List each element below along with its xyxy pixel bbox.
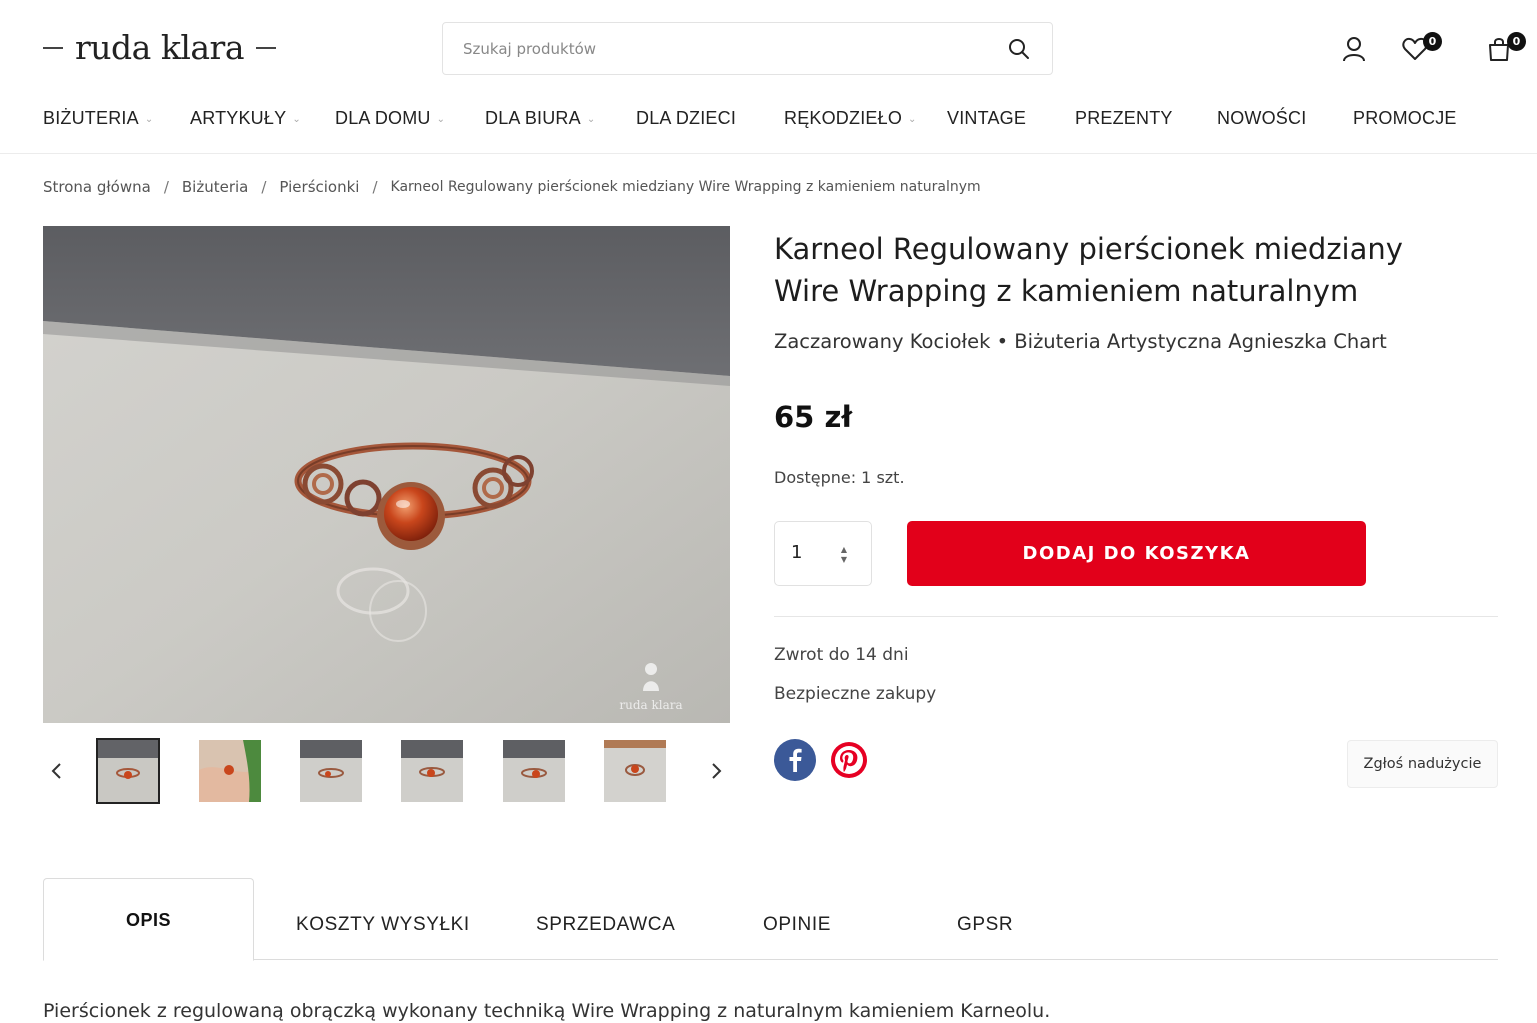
quantity-stepper: ▲ ▼ xyxy=(774,521,872,586)
account-icon[interactable] xyxy=(1339,34,1369,64)
thumbnail-1[interactable] xyxy=(96,738,160,804)
chevron-down-icon: ⌄ xyxy=(436,114,446,125)
thumbnails-next-button[interactable] xyxy=(702,756,730,786)
report-abuse-button[interactable]: Zgłoś nadużycie xyxy=(1347,740,1498,788)
nav-label: DLA DOMU xyxy=(335,108,431,128)
breadcrumb-separator: / xyxy=(372,178,378,196)
info-divider xyxy=(774,616,1498,617)
image-watermark-text: ruda klara xyxy=(619,698,682,712)
chevron-down-icon: ⌄ xyxy=(586,114,596,125)
facebook-share-button[interactable] xyxy=(774,739,816,781)
cart-icon[interactable]: 0 xyxy=(1484,32,1526,64)
search-input[interactable] xyxy=(463,39,1006,58)
breadcrumb-separator: / xyxy=(261,178,267,196)
chevron-left-icon xyxy=(51,763,61,779)
chevron-down-icon: ⌄ xyxy=(144,114,154,125)
wishlist-icon[interactable]: 0 xyxy=(1400,32,1442,64)
nav-item-vintage[interactable]: VINTAGE xyxy=(947,108,1026,129)
nav-label: PREZENTY xyxy=(1075,108,1173,128)
tab-gpsr[interactable]: GPSR xyxy=(957,914,1013,936)
logo-dash-left xyxy=(43,46,63,49)
thumbnail-5[interactable] xyxy=(503,740,565,802)
thumbnail-6[interactable] xyxy=(604,740,666,802)
nav-label: VINTAGE xyxy=(947,108,1027,128)
product-title: Karneol Regulowany pierścionek miedziany… xyxy=(774,232,1403,308)
nav-label: PROMOCJE xyxy=(1353,108,1457,128)
logo-text: ruda klara xyxy=(75,28,245,67)
main-navigation: BIŻUTERIA ⌄ ARTYKUŁY ⌄ DLA DOMU ⌄ DLA BIURA… xyxy=(0,100,1537,154)
tab-koszty-wysylki[interactable]: KOSZTY WYSYŁKI xyxy=(296,914,470,936)
chevron-right-icon xyxy=(712,763,722,779)
chevron-down-icon[interactable]: ▼ xyxy=(841,555,847,565)
nav-item-nowosci[interactable]: NOWOŚCI xyxy=(1217,108,1306,129)
nav-item-prezenty[interactable]: PREZENTY xyxy=(1075,108,1173,129)
chevron-up-icon[interactable]: ▲ xyxy=(841,545,847,555)
facebook-icon xyxy=(789,748,802,772)
thumbnail-4[interactable] xyxy=(401,740,463,802)
breadcrumb-separator: / xyxy=(163,178,169,196)
add-to-cart-button[interactable]: DODAJ DO KOSZYKA xyxy=(907,521,1366,586)
tab-opis[interactable]: OPIS xyxy=(43,878,254,961)
tab-sprzedawca[interactable]: SPRZEDAWCA xyxy=(536,914,675,936)
stock-availability: Dostępne: 1 szt. xyxy=(774,468,905,487)
thumbnail-3[interactable] xyxy=(300,740,362,802)
nav-item-dla-biura[interactable]: DLA BIURA ⌄ xyxy=(485,108,595,129)
logo-dash-right xyxy=(256,46,276,49)
header-icons: 0 0 xyxy=(1307,32,1537,64)
nav-label: NOWOŚCI xyxy=(1217,108,1307,128)
nav-item-rekodzielo[interactable]: RĘKODZIEŁO ⌄ xyxy=(784,108,917,129)
product-main-image[interactable]: ruda klara xyxy=(43,226,730,723)
pinterest-icon xyxy=(835,746,863,774)
quantity-input[interactable] xyxy=(791,542,831,563)
secure-shopping-info: Bezpieczne zakupy xyxy=(774,684,937,704)
chevron-down-icon: ⌄ xyxy=(908,114,917,125)
search-icon[interactable] xyxy=(1006,36,1032,62)
breadcrumb-pierscionki-link[interactable]: Pierścionki xyxy=(279,178,359,196)
breadcrumb: Strona główna / Biżuteria / Pierścionki … xyxy=(43,178,981,196)
nav-label: ARTYKUŁY xyxy=(190,108,287,128)
nav-label: DLA DZIECI xyxy=(636,108,737,128)
breadcrumb-current: Karneol Regulowany pierścionek miedziany… xyxy=(390,179,981,195)
nav-label: BIŻUTERIA xyxy=(43,108,139,128)
chevron-down-icon: ⌄ xyxy=(292,114,301,125)
nav-item-promocje[interactable]: PROMOCJE xyxy=(1353,108,1457,129)
search-bar xyxy=(442,22,1053,75)
seller-link[interactable]: Zaczarowany Kociołek • Biżuteria Artysty… xyxy=(774,330,1387,353)
pinterest-share-button[interactable] xyxy=(831,742,867,778)
thumbnail-2[interactable] xyxy=(199,740,261,802)
quantity-spin-buttons[interactable]: ▲ ▼ xyxy=(837,544,851,566)
tab-opinie[interactable]: OPINIE xyxy=(763,914,831,936)
tabs-divider xyxy=(43,959,1498,960)
product-description: Pierścionek z regulowaną obrączką wykona… xyxy=(43,1000,1051,1022)
nav-label: DLA BIURA xyxy=(485,108,581,128)
thumbnails-prev-button[interactable] xyxy=(43,756,71,786)
site-logo[interactable]: ruda klara xyxy=(43,28,276,67)
returns-info: Zwrot do 14 dni xyxy=(774,645,909,665)
breadcrumb-home-link[interactable]: Strona główna xyxy=(43,178,151,196)
cart-count-badge: 0 xyxy=(1507,32,1526,51)
wishlist-count-badge: 0 xyxy=(1423,32,1442,51)
nav-label: RĘKODZIEŁO xyxy=(784,108,903,128)
product-price: 65 zł xyxy=(774,400,853,434)
nav-item-dla-dzieci[interactable]: DLA DZIECI xyxy=(636,108,736,129)
breadcrumb-bizuteria-link[interactable]: Biżuteria xyxy=(182,178,248,196)
nav-item-artykuly[interactable]: ARTYKUŁY ⌄ xyxy=(190,108,301,129)
nav-item-dla-domu[interactable]: DLA DOMU ⌄ xyxy=(335,108,445,129)
nav-item-bizuteria[interactable]: BIŻUTERIA ⌄ xyxy=(43,108,153,129)
